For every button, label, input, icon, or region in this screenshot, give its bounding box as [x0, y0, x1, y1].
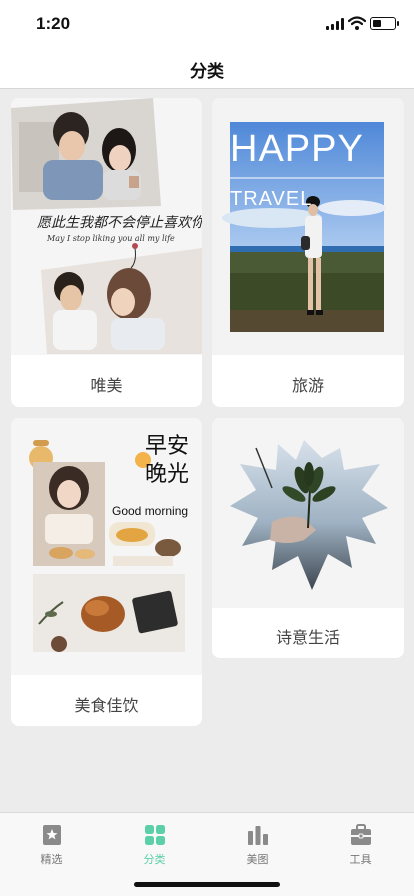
bar-chart-icon — [248, 826, 268, 845]
navigation-bar: 分类 — [0, 44, 414, 89]
category-card-food[interactable]: 早安 晚光 Good morning 美食佳饮 — [11, 418, 202, 726]
photo-caption-english: May I stop liking you all my life — [47, 234, 175, 243]
tab-featured-label: 精选 — [40, 853, 63, 866]
category-label-food: 美食佳饮 — [74, 696, 139, 715]
category-image-food: 早安 晚光 Good morning — [11, 418, 202, 675]
tab-pictures-label: 美图 — [246, 853, 269, 866]
category-label-travel: 旅游 — [291, 376, 324, 395]
tab-featured[interactable]: 精选 — [0, 821, 103, 869]
category-image-poetic-life — [212, 418, 404, 608]
tab-tools[interactable]: 工具 — [309, 821, 412, 869]
status-time: 1:20 — [36, 14, 71, 33]
tab-categories-label: 分类 — [143, 853, 166, 866]
toolbox-icon — [351, 824, 371, 845]
category-label-aesthetic: 唯美 — [90, 376, 123, 395]
battery-icon — [370, 17, 399, 30]
photo-caption-happy: HAPPY — [230, 128, 364, 170]
category-card-poetic-life[interactable]: 诗意生活 — [212, 418, 404, 658]
grid-icon — [145, 825, 165, 845]
tab-tools-label: 工具 — [349, 853, 372, 866]
leaf-shaped-photo — [230, 440, 388, 590]
category-image-travel: HAPPY TRAVEL — [212, 98, 404, 355]
photo-caption-good-morning: Good morning — [112, 504, 189, 518]
wifi-icon — [348, 16, 366, 30]
status-bar: 1:20 — [0, 0, 414, 44]
category-card-aesthetic[interactable]: 愿此生我都不会停止喜欢你 May I stop liking you all m… — [11, 98, 202, 407]
tab-categories[interactable]: 分类 — [103, 821, 206, 869]
star-badge-icon — [43, 825, 61, 845]
category-card-travel[interactable]: HAPPY TRAVEL 旅游 — [212, 98, 404, 407]
page-title: 分类 — [190, 62, 224, 82]
photo-caption-chinese: 愿此生我都不会停止喜欢你 — [37, 215, 202, 231]
photo-caption-wanguang: 晚光 — [145, 462, 190, 487]
photo-caption-travel: TRAVEL — [230, 188, 313, 210]
category-label-poetic-life: 诗意生活 — [275, 628, 340, 647]
category-image-aesthetic: 愿此生我都不会停止喜欢你 May I stop liking you all m… — [11, 98, 202, 355]
cellular-signal-icon — [326, 18, 344, 30]
tab-pictures[interactable]: 美图 — [206, 821, 309, 869]
home-indicator — [134, 882, 280, 887]
